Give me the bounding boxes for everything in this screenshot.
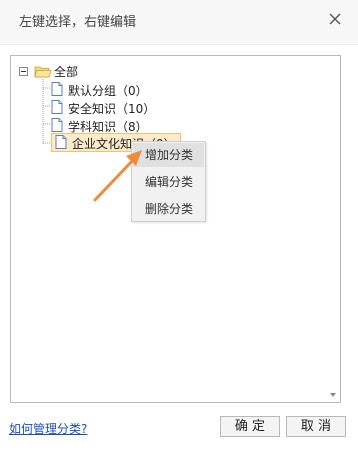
document-icon [51,118,63,132]
scroll-down-button[interactable] [328,390,338,400]
folder-open-icon [34,66,52,78]
menu-item-add-category[interactable]: 增加分类 [133,143,204,167]
close-icon [329,13,341,25]
category-tree[interactable]: 全部 默认分组（0） 安全知识（10） 学科知识（8） 企业文化知识（0） [10,55,341,403]
manage-categories-dialog: 左键选择，右键编辑 全部 默认分组（0） 安全知识（10） 学科知识（8） 企业… [0,0,358,452]
tree-item-label: 安全知识（10） [68,102,156,116]
dialog-titlebar: 左键选择，右键编辑 [0,0,358,45]
menu-item-delete-category[interactable]: 删除分类 [133,197,204,221]
help-link[interactable]: 如何管理分类? [9,420,87,437]
tree-root-label: 全部 [54,65,79,79]
document-icon [51,100,63,114]
dialog-title: 左键选择，右键编辑 [19,15,137,30]
cancel-button[interactable]: 取 消 [286,416,346,437]
ok-button[interactable]: 确 定 [220,416,280,437]
scroll-down-arrow-icon [330,393,336,397]
context-menu: 增加分类 编辑分类 删除分类 [131,141,206,222]
close-button[interactable] [324,8,346,30]
document-icon [51,82,63,96]
tree-item-label: 默认分组（0） [68,84,148,98]
collapse-toggle-icon[interactable] [19,67,28,76]
document-icon [55,135,67,149]
menu-item-edit-category[interactable]: 编辑分类 [133,170,204,194]
